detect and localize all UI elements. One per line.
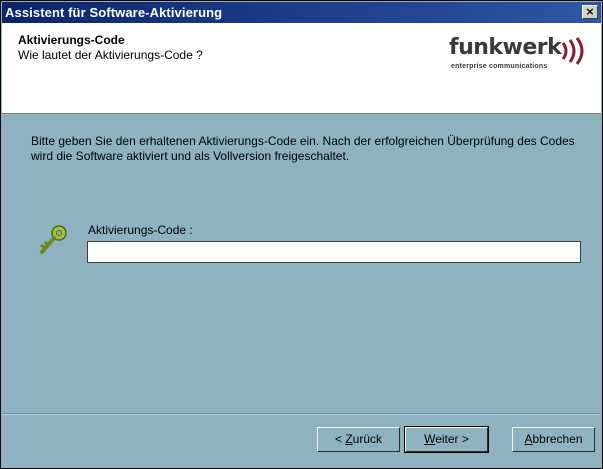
back-button-mnemonic: Z [345,432,353,446]
window-title: Assistent für Software-Aktivierung [5,5,223,20]
button-separator [2,413,601,415]
key-icon [40,225,67,254]
page-subtitle: Wie lautet der Aktivierungs-Code ? [18,48,203,62]
close-button[interactable]: × [582,5,598,19]
funkwerk-logo: funkwerk enterprise communications [449,35,589,81]
cancel-button[interactable]: Abbrechen [512,427,595,452]
cancel-button-label: bbrechen [532,432,583,446]
next-button-mnemonic: W [424,432,436,446]
back-button-prefix: < [334,432,346,446]
wizard-window: Assistent für Software-Aktivierung × Akt… [0,0,603,469]
logo-wordmark: funkwerk [449,35,562,60]
close-icon: × [585,5,595,18]
next-button-label: eiter > [435,432,469,446]
wizard-header: Aktivierungs-Code Wie lautet der Aktivie… [2,23,601,114]
logo-arcs-icon [561,37,584,65]
back-button-label: urück [352,432,383,446]
instruction-text: Bitte geben Sie den erhaltenen Aktivieru… [31,134,575,163]
back-button[interactable]: < Zurück [317,427,400,452]
activation-code-input[interactable] [87,241,581,263]
page-title: Aktivierungs-Code [18,33,125,47]
title-bar[interactable]: Assistent für Software-Aktivierung × [2,2,601,23]
next-button[interactable]: Weiter > [404,426,489,453]
activation-code-label: Aktivierungs-Code : [88,223,193,237]
logo-tagline: enterprise communications [451,63,548,70]
